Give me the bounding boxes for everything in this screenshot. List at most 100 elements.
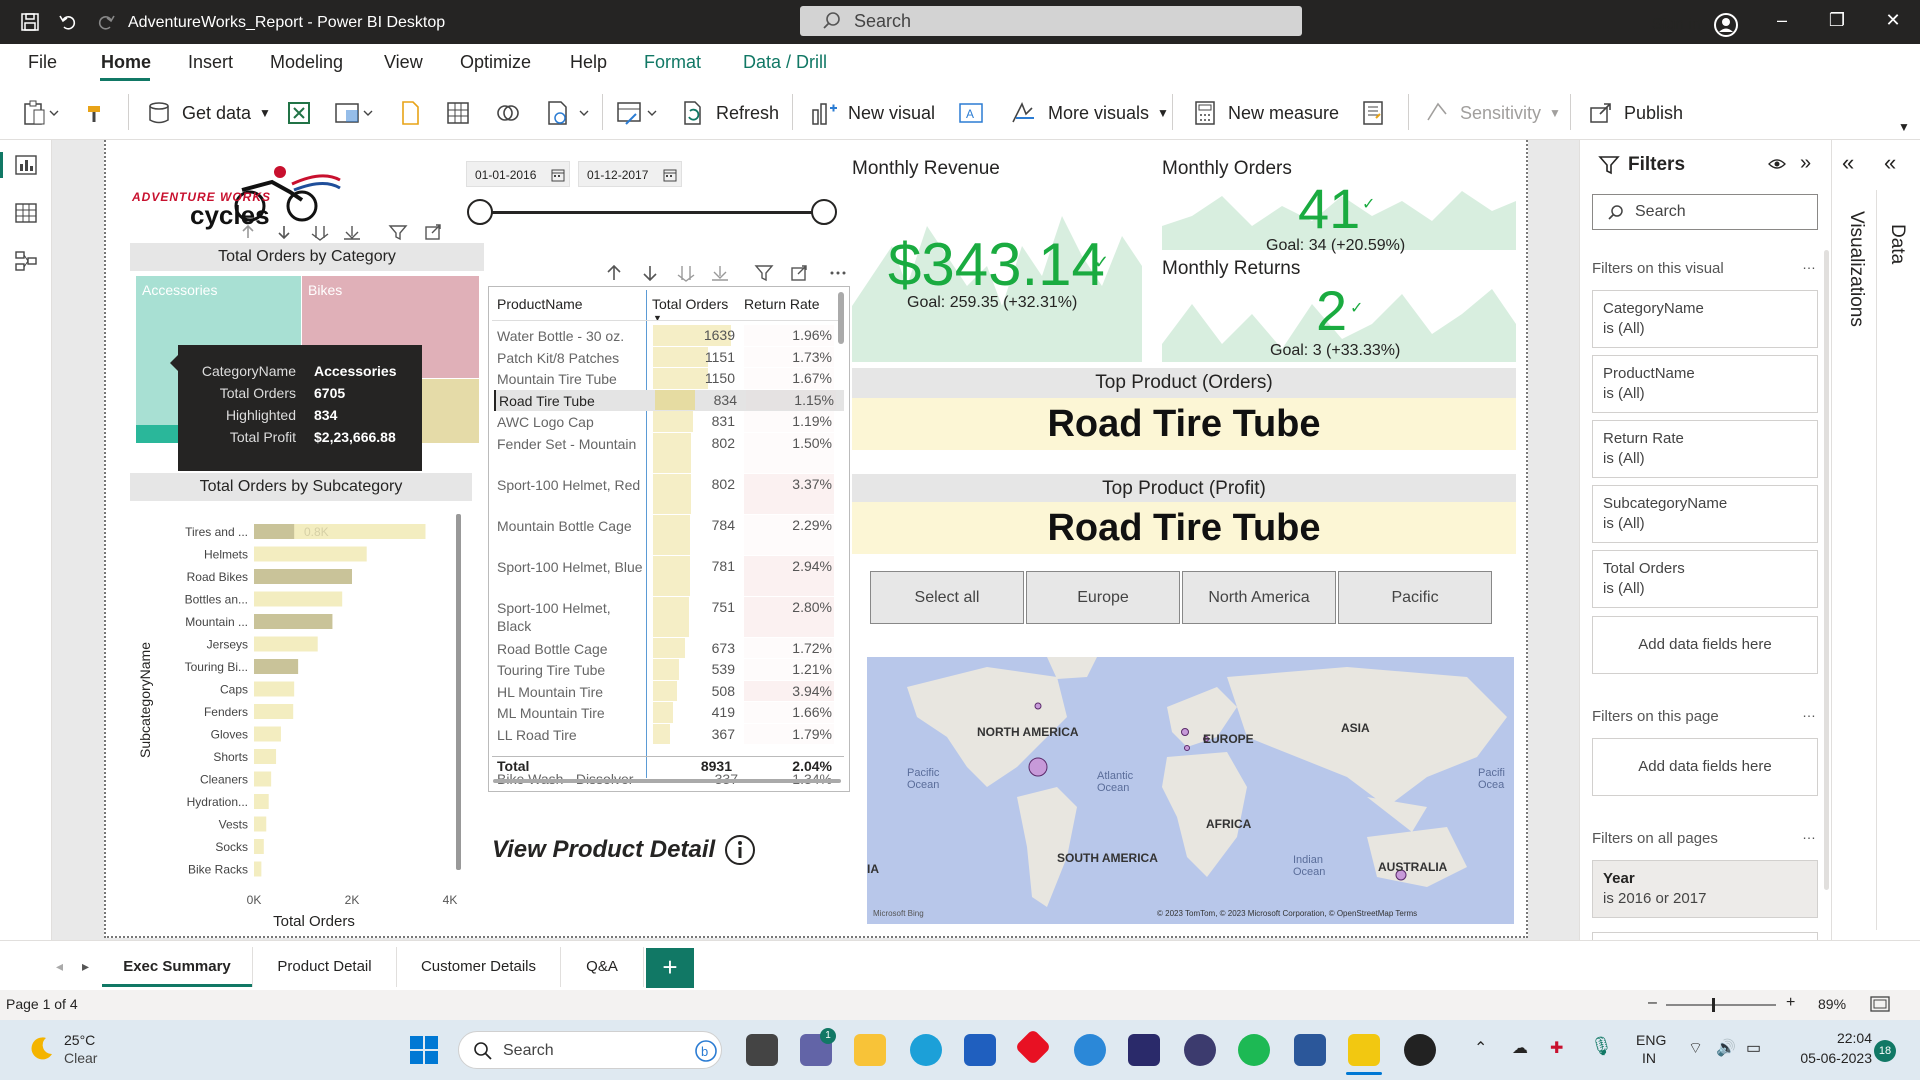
eclipse-icon[interactable] bbox=[1184, 1034, 1216, 1066]
table-row[interactable]: Mountain Tire Tube 1150 1.67% bbox=[494, 368, 844, 390]
expand-visualizations-icon[interactable]: « bbox=[1842, 150, 1854, 176]
info-icon[interactable] bbox=[724, 834, 756, 866]
fit-to-page-icon[interactable] bbox=[1870, 996, 1890, 1012]
table-row[interactable]: Sport-100 Helmet, Blue 781 2.94% bbox=[494, 555, 844, 597]
new-measure-button[interactable]: New measure bbox=[1192, 98, 1339, 128]
add-fields-page-dropzone[interactable]: Add data fields here bbox=[1592, 738, 1818, 796]
tab-scroll-left-icon[interactable]: ◂ bbox=[56, 958, 63, 975]
github-icon[interactable] bbox=[1404, 1034, 1436, 1066]
table-row[interactable]: Water Bottle - 30 oz. 1639 1.96% bbox=[494, 325, 844, 347]
notification-badge[interactable]: 18 bbox=[1874, 1040, 1896, 1062]
get-data-button[interactable]: Get data ▼ bbox=[146, 98, 271, 128]
menu-file[interactable]: File bbox=[28, 52, 57, 73]
map-attribution[interactable]: © 2023 TomTom, © 2023 Microsoft Corporat… bbox=[1157, 909, 1417, 918]
new-visual-button[interactable]: New visual bbox=[810, 98, 935, 128]
clock-time[interactable]: 22:04 bbox=[1812, 1030, 1872, 1046]
language-line1[interactable]: ENG bbox=[1636, 1032, 1666, 1048]
table-row[interactable]: ML Mountain Tire 419 1.66% bbox=[494, 702, 844, 724]
table-row[interactable]: LL Road Tire 367 1.79% bbox=[494, 723, 844, 746]
table-horizontal-scrollbar[interactable] bbox=[493, 779, 841, 783]
app-ring-icon[interactable] bbox=[1128, 1034, 1160, 1066]
more-options-icon[interactable]: … bbox=[1802, 704, 1816, 720]
menu-optimize[interactable]: Optimize bbox=[460, 52, 531, 73]
undo-icon[interactable] bbox=[58, 12, 78, 32]
menu-format[interactable]: Format bbox=[644, 52, 701, 73]
clock-date[interactable]: 05-06-2023 bbox=[1786, 1050, 1872, 1066]
model-view-icon[interactable] bbox=[14, 250, 38, 272]
zoom-slider-thumb[interactable] bbox=[1712, 998, 1715, 1012]
close-icon[interactable]: ✕ bbox=[1878, 10, 1908, 34]
sql-icon[interactable] bbox=[398, 98, 432, 128]
column-header-productname[interactable]: ProductName bbox=[497, 296, 583, 312]
app-red-icon[interactable] bbox=[1014, 1028, 1052, 1066]
excel-icon[interactable] bbox=[286, 98, 322, 128]
filter-card-year[interactable]: Year is 2016 or 2017 bbox=[1592, 860, 1818, 918]
more-options-icon[interactable]: … bbox=[1802, 826, 1816, 842]
zoom-out-button[interactable]: – bbox=[1648, 994, 1657, 1012]
data-hub-icon[interactable] bbox=[334, 98, 384, 128]
add-page-button[interactable]: + bbox=[646, 948, 694, 988]
quick-measure-icon[interactable] bbox=[1360, 98, 1396, 128]
volume-icon[interactable]: 🔊 bbox=[1716, 1038, 1736, 1058]
slicer-start-date-input[interactable]: 01-01-2016 bbox=[466, 161, 570, 187]
tab-product-detail[interactable]: Product Detail bbox=[252, 947, 396, 987]
store-icon[interactable] bbox=[964, 1034, 996, 1066]
enter-data-icon[interactable] bbox=[446, 98, 480, 128]
filter-card-categoryname[interactable]: CategoryName is (All) bbox=[1592, 290, 1818, 348]
region-europe-button[interactable]: Europe bbox=[1026, 571, 1180, 624]
table-row[interactable]: Mountain Bottle Cage 784 2.29% bbox=[494, 514, 844, 556]
restore-icon[interactable]: ❐ bbox=[1822, 10, 1852, 34]
slicer-end-date-input[interactable]: 01-12-2017 bbox=[578, 161, 682, 187]
sales-map[interactable]: NORTH AMERICA EUROPE ASIA AFRICA SOUTH A… bbox=[867, 657, 1514, 924]
region-pacific-button[interactable]: Pacific bbox=[1338, 571, 1492, 624]
date-range-end-handle[interactable] bbox=[811, 199, 837, 225]
word-icon[interactable] bbox=[1294, 1034, 1326, 1066]
filter-card-productname[interactable]: ProductName is (All) bbox=[1592, 355, 1818, 413]
menu-view[interactable]: View bbox=[384, 52, 423, 73]
show-hidden-icons[interactable]: ⌃ bbox=[1474, 1038, 1487, 1058]
zoom-in-button[interactable]: + bbox=[1786, 994, 1795, 1012]
table-row[interactable]: Patch Kit/8 Patches 1151 1.73% bbox=[494, 346, 844, 369]
menu-insert[interactable]: Insert bbox=[188, 52, 233, 73]
table-row[interactable]: Touring Tire Tube 539 1.21% bbox=[494, 659, 844, 681]
publish-button[interactable]: Publish bbox=[1588, 98, 1683, 128]
table-row[interactable]: Road Bottle Cage 673 1.72% bbox=[494, 637, 844, 660]
dataverse-icon[interactable] bbox=[496, 98, 530, 128]
eye-icon[interactable] bbox=[1768, 156, 1786, 172]
table-view-icon[interactable] bbox=[14, 202, 38, 224]
recent-sources-icon[interactable] bbox=[546, 98, 600, 128]
taskbar-search-input[interactable]: Search b bbox=[458, 1031, 722, 1069]
collapse-filters-icon[interactable]: » bbox=[1800, 152, 1811, 175]
sign-in-button[interactable]: Sign in bbox=[1652, 12, 1739, 38]
title-search-input[interactable]: Search bbox=[800, 6, 1302, 36]
text-box-icon[interactable]: A bbox=[958, 98, 994, 128]
report-view-icon[interactable] bbox=[14, 154, 38, 176]
tab-scroll-right-icon[interactable]: ▸ bbox=[82, 958, 89, 975]
tab-exec-summary[interactable]: Exec Summary bbox=[102, 947, 252, 987]
more-visuals-button[interactable]: More visuals ▼ bbox=[1010, 98, 1169, 128]
calendar-icon[interactable] bbox=[663, 168, 677, 182]
table-row[interactable]: HL Mountain Tire 508 3.94% bbox=[494, 680, 844, 703]
menu-home[interactable]: Home bbox=[101, 52, 151, 73]
power-bi-icon[interactable] bbox=[1348, 1034, 1380, 1066]
save-icon[interactable] bbox=[20, 12, 40, 32]
refresh-button[interactable]: Refresh bbox=[680, 98, 779, 128]
calendar-icon[interactable] bbox=[551, 168, 565, 182]
data-pane-tab[interactable]: Data bbox=[1886, 224, 1908, 264]
menu-data-drill[interactable]: Data / Drill bbox=[743, 52, 827, 73]
format-painter-icon[interactable] bbox=[84, 98, 118, 128]
edge-icon[interactable] bbox=[910, 1034, 942, 1066]
filters-scrollbar[interactable] bbox=[1824, 250, 1829, 890]
sensitivity-button[interactable]: Sensitivity ▼ bbox=[1424, 98, 1561, 128]
microphone-icon[interactable]: 🎙 bbox=[1590, 1036, 1613, 1057]
collapse-ribbon-icon[interactable]: ▼ bbox=[1898, 120, 1910, 134]
date-range-start-handle[interactable] bbox=[467, 199, 493, 225]
add-fields-visual-dropzone[interactable]: Add data fields here bbox=[1592, 616, 1818, 674]
redo-icon[interactable] bbox=[96, 12, 116, 32]
onedrive-icon[interactable]: ☁ bbox=[1512, 1038, 1528, 1058]
battery-icon[interactable]: ▭ bbox=[1746, 1038, 1761, 1058]
region-select-all-button[interactable]: Select all bbox=[870, 571, 1024, 624]
tab-qa[interactable]: Q&A bbox=[560, 947, 644, 987]
windows-start-icon[interactable] bbox=[410, 1036, 438, 1064]
filter-card-return-rate[interactable]: Return Rate is (All) bbox=[1592, 420, 1818, 478]
